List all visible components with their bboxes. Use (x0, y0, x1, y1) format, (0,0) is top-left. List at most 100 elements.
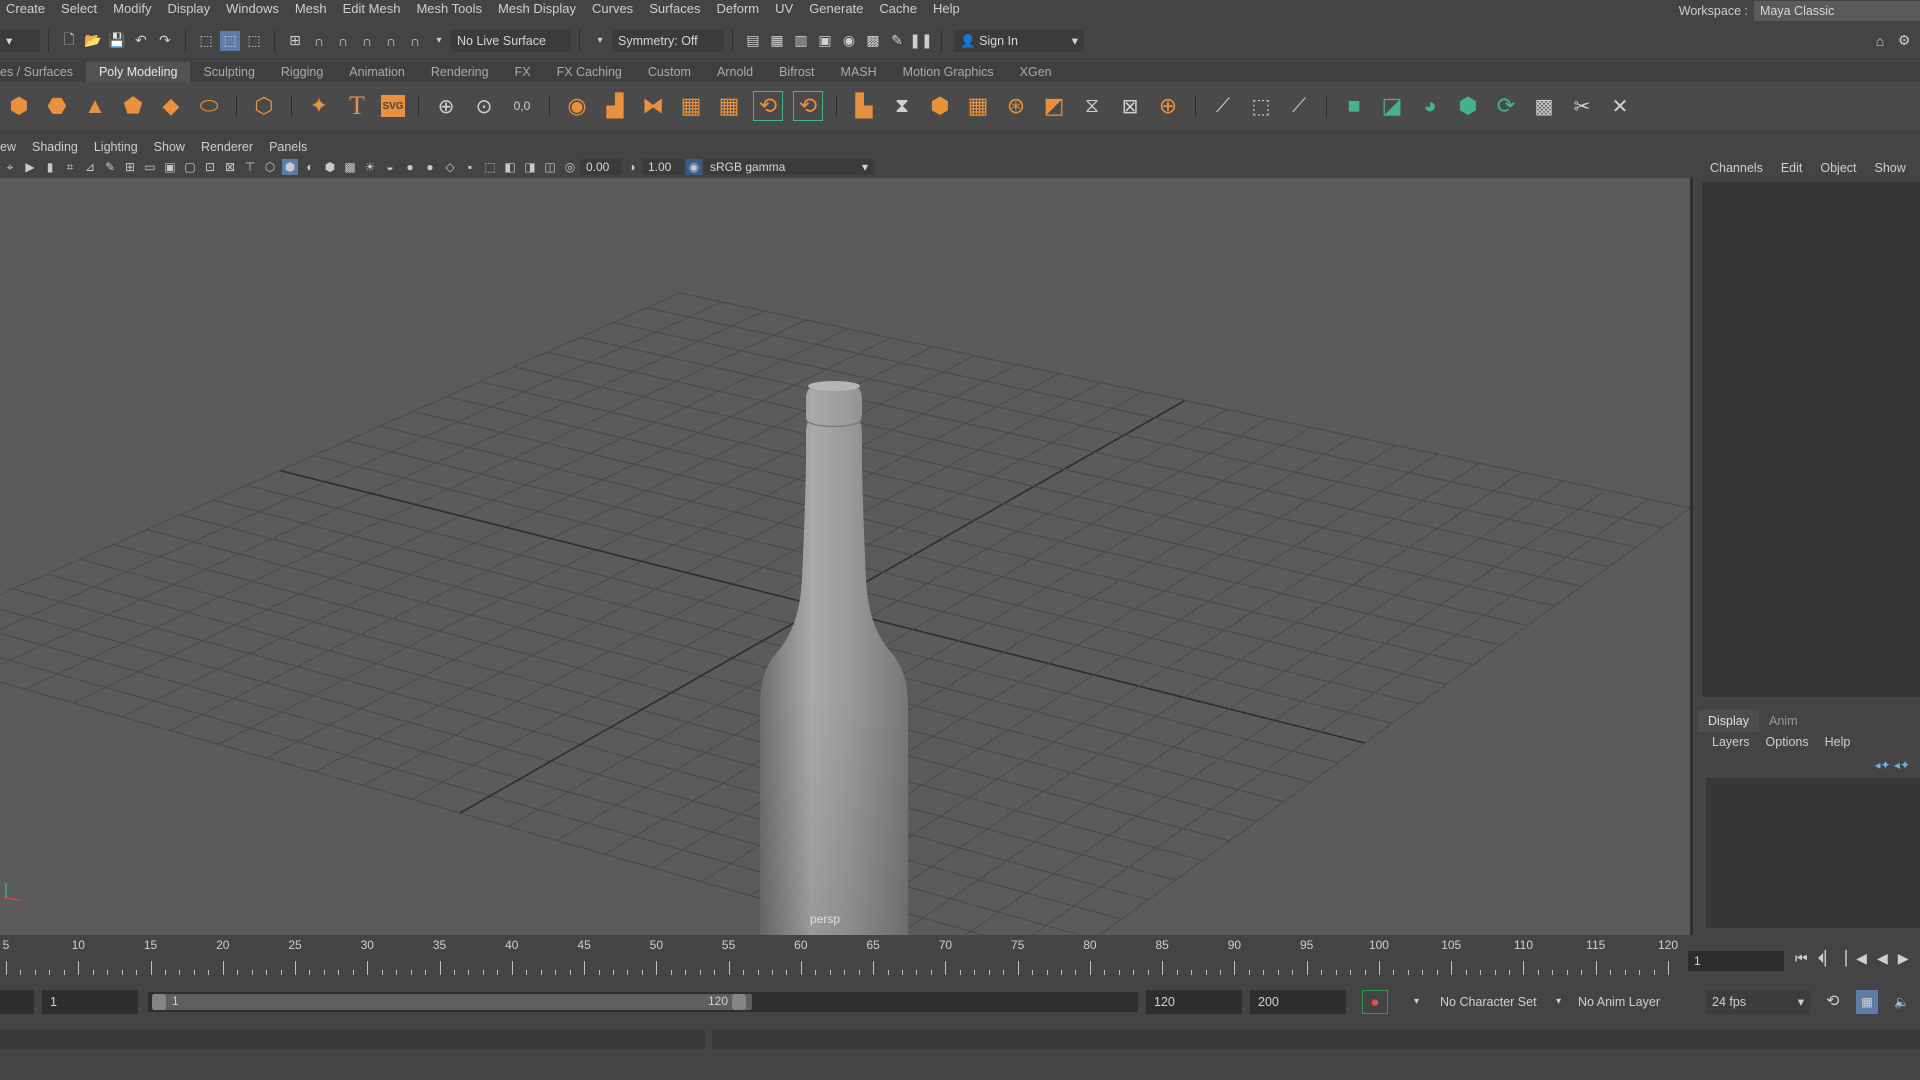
resolution-gate-icon[interactable]: ▣ (162, 159, 178, 175)
spherical-uv-icon[interactable]: ◕ (1416, 92, 1444, 120)
quad-draw-icon[interactable]: ⊕ (1154, 92, 1182, 120)
grid-toggle-icon[interactable]: ⊞ (122, 159, 138, 175)
tab-sculpting[interactable]: Sculpting (190, 62, 267, 82)
select-component-icon[interactable]: ⬚ (244, 31, 264, 51)
range-end-handle[interactable] (732, 994, 746, 1010)
circularize-icon[interactable]: ◩ (1040, 92, 1068, 120)
viewport-menu-view[interactable]: ew (0, 138, 24, 156)
tab-animation[interactable]: Animation (336, 62, 418, 82)
chevron-down-icon[interactable]: ▾ (429, 31, 449, 51)
slide-edge-icon[interactable]: ⟋ (1285, 92, 1313, 120)
boolean-icon[interactable]: ▦ (715, 92, 743, 120)
go-to-start-icon[interactable]: ⏮ (1795, 950, 1808, 967)
tab-rendering[interactable]: Rendering (418, 62, 502, 82)
viewport-menu-lighting[interactable]: Lighting (86, 138, 146, 156)
chevron-down-icon[interactable]: ▾ (1556, 990, 1561, 1014)
tab-rigging[interactable]: Rigging (268, 62, 336, 82)
snap-grid-icon[interactable]: ⊞ (285, 31, 305, 51)
tab-poly-modeling[interactable]: Poly Modeling (85, 62, 191, 82)
poly-plane-icon[interactable]: ◆ (157, 92, 185, 120)
step-back-frame-icon[interactable]: ▏◀ (1845, 950, 1867, 967)
tab-custom[interactable]: Custom (635, 62, 704, 82)
loop-icon[interactable]: ⟲ (1826, 990, 1839, 1014)
snap-curve-icon[interactable]: ∩ (309, 31, 329, 51)
menu-mesh[interactable]: Mesh (289, 0, 337, 17)
exposure-icon[interactable]: ◎ (562, 159, 578, 175)
channel-menu-edit[interactable]: Edit (1781, 161, 1803, 175)
separate-icon[interactable]: ▟ (601, 92, 629, 120)
menu-mesh-tools[interactable]: Mesh Tools (410, 0, 492, 17)
snap-view-plane-icon[interactable]: ∩ (357, 31, 377, 51)
render-view-icon[interactable]: ▣ (815, 31, 835, 51)
menuset-dropdown[interactable]: ▾ (0, 29, 40, 52)
snap-live-icon[interactable]: ∩ (405, 31, 425, 51)
toolkit-icon[interactable]: ⌂ (1870, 31, 1890, 51)
play-backwards-icon[interactable]: ◀ (1877, 950, 1888, 967)
tab-xgen[interactable]: XGen (1007, 62, 1065, 82)
poly-sphere-icon[interactable]: ⬢ (5, 92, 33, 120)
wireframe-icon[interactable]: ⬡ (262, 159, 278, 175)
render-sequence-icon[interactable]: ▩ (863, 31, 883, 51)
offset-loop-icon[interactable]: ⬚ (1247, 92, 1275, 120)
menu-modify[interactable]: Modify (107, 0, 161, 17)
shadows-icon[interactable]: ◒ (382, 159, 398, 175)
insert-loop-icon[interactable]: ⟋ (1209, 92, 1237, 120)
poly-cone-icon[interactable]: ⬟ (119, 92, 147, 120)
color-management-icon[interactable]: ◉ (686, 159, 702, 175)
start-time-field[interactable]: 1 (42, 990, 138, 1014)
xray-joints-icon[interactable]: ◨ (522, 159, 538, 175)
menu-windows[interactable]: Windows (220, 0, 289, 17)
append-icon[interactable]: ⧗ (888, 92, 916, 120)
viewport-menu-show[interactable]: Show (146, 138, 193, 156)
poly-cylinder-icon[interactable]: ▲ (81, 92, 109, 120)
step-back-key-icon[interactable]: ⏴▏ (1818, 950, 1836, 967)
menu-display[interactable]: Display (161, 0, 220, 17)
layer-list[interactable] (1706, 778, 1920, 928)
save-scene-icon[interactable]: 💾 (107, 31, 127, 51)
max-time-field[interactable]: 200 (1250, 990, 1346, 1014)
snap-point-icon[interactable]: ∩ (333, 31, 353, 51)
wedge-icon[interactable]: ⊛ (1002, 92, 1030, 120)
current-frame-field[interactable]: 1 (1688, 951, 1784, 971)
smooth-icon[interactable]: ▦ (677, 92, 705, 120)
planar-uv-icon[interactable]: ■ (1340, 92, 1368, 120)
select-camera-icon[interactable]: ⌖ (2, 159, 18, 175)
gamma-icon[interactable]: ◑ (624, 159, 640, 175)
tab-arnold[interactable]: Arnold (704, 62, 766, 82)
textured-icon[interactable]: ▩ (342, 159, 358, 175)
chevron-down-icon[interactable]: ▾ (1414, 990, 1419, 1014)
viewport-menu-renderer[interactable]: Renderer (193, 138, 261, 156)
multi-cut-icon[interactable]: ⊠ (1116, 92, 1144, 120)
xray-components-icon[interactable]: ◫ (542, 159, 558, 175)
poly-platonic-icon[interactable]: ⬡ (250, 92, 278, 120)
menu-edit-mesh[interactable]: Edit Mesh (337, 0, 411, 17)
live-surface-field[interactable]: No Live Surface (451, 29, 571, 52)
center-pivot-icon[interactable]: ⊙ (470, 92, 498, 120)
gate-mask-icon[interactable]: ▢ (182, 159, 198, 175)
open-scene-icon[interactable]: 📂 (83, 31, 103, 51)
svg-tool-icon[interactable]: SVG (381, 95, 405, 117)
channel-menu-channels[interactable]: Channels (1710, 161, 1763, 175)
poly-torus-icon[interactable]: ⬭ (195, 92, 223, 120)
render-frame-icon[interactable]: ▦ (767, 31, 787, 51)
bevel-icon[interactable]: ▙ (850, 92, 878, 120)
super-shape-icon[interactable]: ✦ (305, 92, 333, 120)
undo-icon[interactable]: ↶ (131, 31, 151, 51)
camera-attributes-icon[interactable]: ▶ (22, 159, 38, 175)
tab-display-layers[interactable]: Display (1698, 710, 1759, 732)
exposure-field[interactable]: 0.00 (580, 159, 622, 175)
motion-blur-icon[interactable]: ● (422, 159, 438, 175)
tab-motion-graphics[interactable]: Motion Graphics (890, 62, 1007, 82)
play-forwards-icon[interactable]: ▶ (1898, 950, 1909, 967)
menu-help[interactable]: Help (927, 0, 970, 17)
hypershade-icon[interactable]: ◉ (839, 31, 859, 51)
new-layer-selected-icon[interactable]: ◂✦ (1894, 758, 1910, 772)
tab-bifrost[interactable]: Bifrost (766, 62, 827, 82)
channel-box-body[interactable] (1702, 182, 1920, 697)
screen-space-ao-icon[interactable]: ● (402, 159, 418, 175)
field-chart-icon[interactable]: ⊡ (202, 159, 218, 175)
attribute-editor-icon[interactable]: ⚙ (1894, 31, 1914, 51)
select-object-icon[interactable]: ⬚ (220, 30, 240, 51)
channel-menu-object[interactable]: Object (1820, 161, 1856, 175)
menu-deform[interactable]: Deform (711, 0, 770, 17)
